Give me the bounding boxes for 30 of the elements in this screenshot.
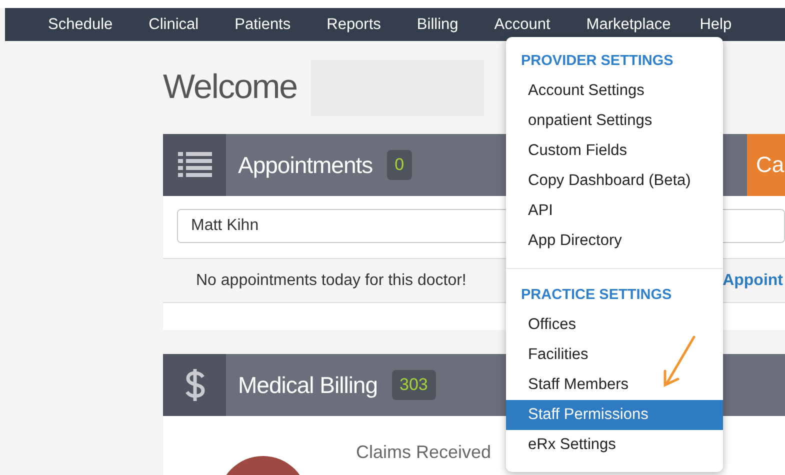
menu-item[interactable]: Custom Fields — [506, 136, 723, 166]
nav-item[interactable]: Billing — [416, 16, 458, 34]
claims-label: Claims Received — [356, 442, 492, 464]
panel-title: Medical Billing — [238, 372, 378, 398]
nav-item[interactable]: Clinical — [148, 16, 199, 34]
count-badge: 303 — [392, 370, 436, 400]
menu-item[interactable]: eRx Settings — [506, 430, 723, 460]
dollar-icon — [184, 368, 206, 402]
welcome-heading: Welcome — [163, 68, 298, 107]
nav-item[interactable]: Marketplace — [586, 16, 671, 34]
list-icon — [178, 152, 212, 178]
menu-item[interactable]: Staff Members — [506, 370, 723, 400]
section-header: PRACTICE SETTINGS — [520, 286, 673, 305]
nav-item[interactable]: Schedule — [48, 16, 113, 34]
menu-item[interactable]: Facilities — [506, 340, 723, 370]
arrow-icon — [661, 335, 697, 389]
panel-title: Appointments — [238, 152, 373, 178]
menu-item[interactable]: Account Settings — [506, 76, 723, 106]
section-header: PROVIDER SETTINGS — [520, 52, 674, 71]
menu-item[interactable]: onpatient Settings — [506, 106, 723, 136]
nav-item[interactable]: Help — [700, 16, 732, 34]
nav-item[interactable]: Account — [494, 16, 550, 34]
nav-item[interactable]: Reports — [326, 16, 381, 34]
menu-item[interactable]: Copy Dashboard (Beta) — [506, 166, 723, 196]
nav-item[interactable]: Patients — [234, 16, 291, 34]
appointments-link[interactable]: Appoint — [722, 272, 783, 290]
menu-item[interactable]: Offices — [506, 310, 723, 340]
empty-message: No appointments today for this doctor! — [196, 272, 466, 290]
menu-item[interactable]: Staff Permissions — [506, 400, 723, 430]
count-badge: 0 — [386, 150, 412, 180]
